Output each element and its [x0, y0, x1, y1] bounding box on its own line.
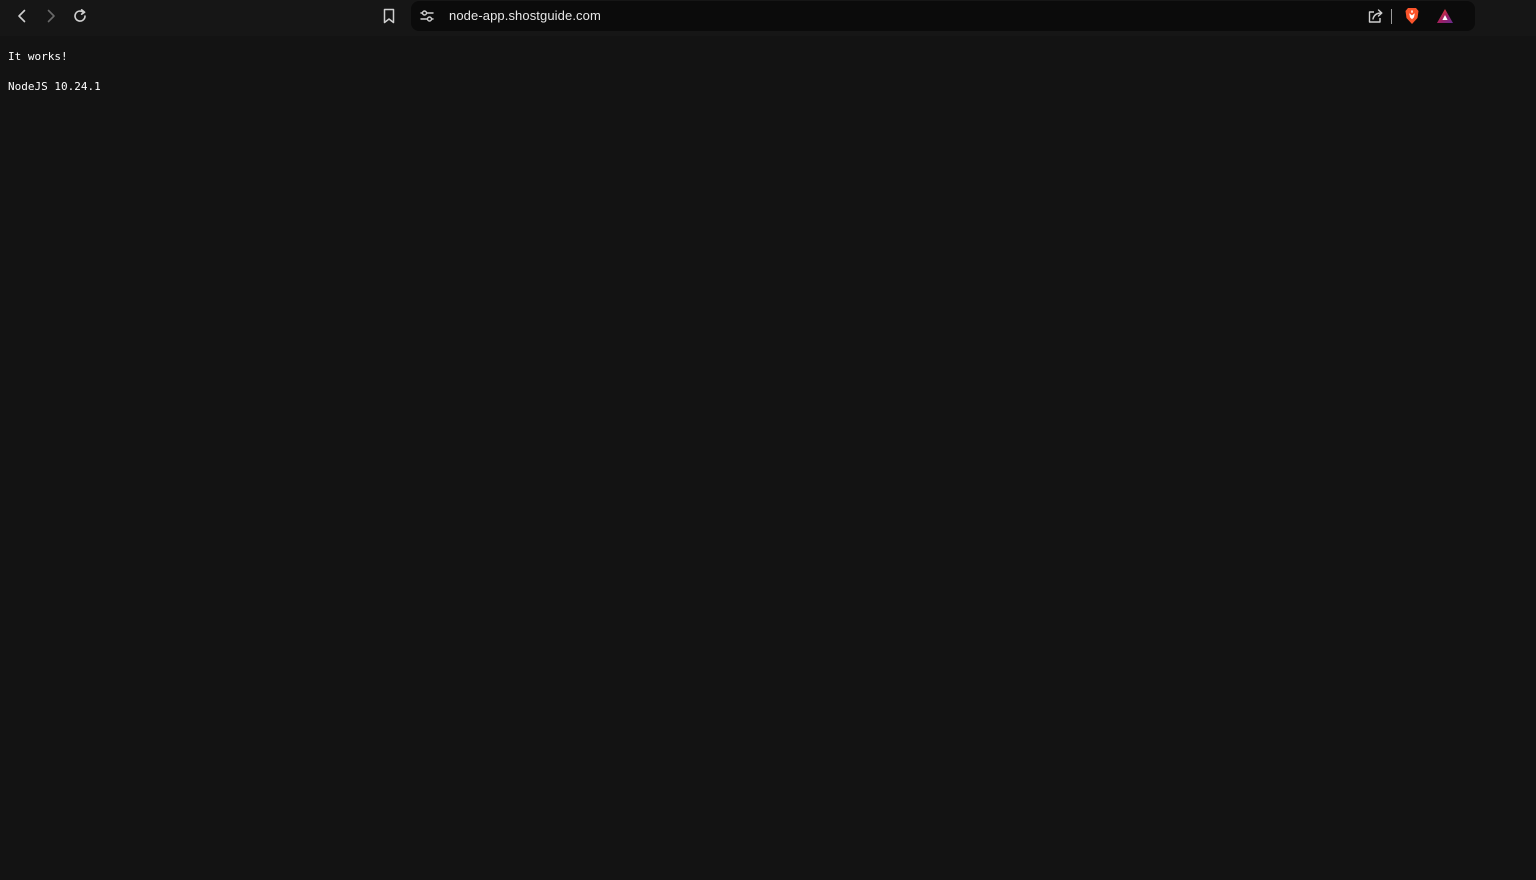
chevron-left-icon [18, 9, 26, 23]
share-button[interactable] [1365, 7, 1385, 25]
brave-shields-button[interactable] [1402, 6, 1422, 26]
toolbar-divider [1391, 9, 1392, 24]
url-text[interactable]: node-app.shostguide.com [449, 8, 601, 23]
bookmark-button[interactable] [375, 4, 403, 28]
brave-rewards-button[interactable] [1435, 7, 1455, 25]
back-button[interactable] [8, 4, 36, 28]
node-version-text: NodeJS 10.24.1 [8, 80, 101, 93]
reload-icon [74, 9, 86, 22]
forward-button[interactable] [37, 4, 65, 28]
share-icon [1368, 9, 1382, 23]
status-message: It works! [8, 50, 68, 63]
page-content: It works! NodeJS 10.24.1 [0, 36, 1536, 880]
browser-toolbar: node-app.shostguide.com [0, 0, 1536, 36]
reload-button[interactable] [66, 4, 94, 28]
chevron-right-icon [47, 9, 55, 23]
site-settings-button[interactable] [419, 8, 435, 24]
brave-shields-icon [1405, 8, 1419, 24]
site-settings-icon [420, 10, 434, 22]
bookmark-icon [383, 8, 395, 24]
address-bar[interactable]: node-app.shostguide.com [411, 1, 1475, 31]
brave-rewards-icon [1437, 9, 1453, 23]
